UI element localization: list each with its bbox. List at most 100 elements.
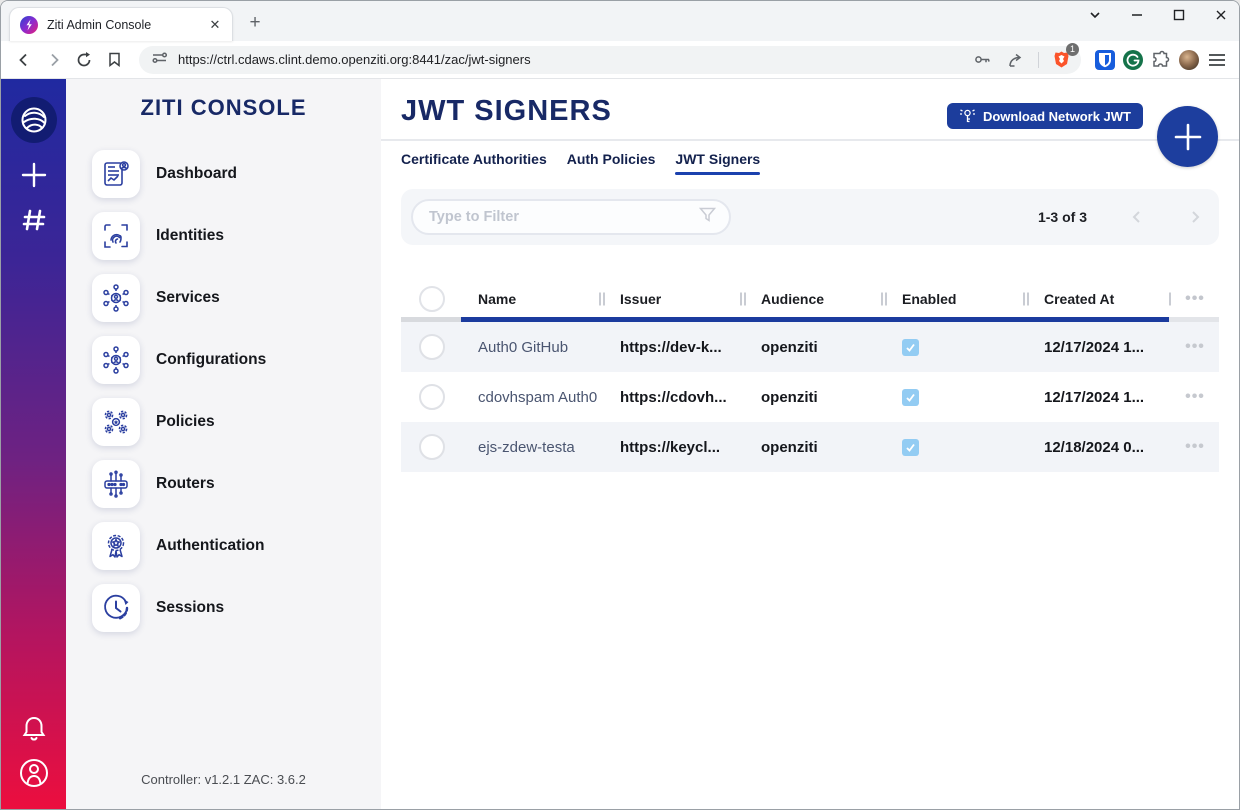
- site-settings-icon[interactable]: [151, 49, 168, 71]
- sidebar-item-identities[interactable]: Identities: [66, 205, 381, 267]
- column-header-name[interactable]: Name: [461, 291, 603, 307]
- column-header-audience[interactable]: Audience: [744, 291, 885, 307]
- back-icon[interactable]: [11, 47, 37, 73]
- routers-icon: [92, 460, 140, 508]
- cell-name[interactable]: Auth0 GitHub: [461, 339, 603, 356]
- tab-auth-policies[interactable]: Auth Policies: [567, 151, 656, 175]
- sidebar-item-label: Routers: [156, 475, 215, 493]
- next-page-icon[interactable]: [1187, 209, 1203, 225]
- funnel-filter-icon[interactable]: [698, 205, 717, 229]
- tab-title: Ziti Admin Console: [47, 18, 206, 32]
- ziti-favicon-icon: [20, 16, 38, 34]
- add-jwt-signer-button[interactable]: [1157, 106, 1218, 167]
- dashboard-icon: [92, 150, 140, 198]
- minimize-button[interactable]: [1129, 7, 1145, 23]
- new-tab-button[interactable]: +: [241, 9, 269, 37]
- authentication-badge-icon: [92, 522, 140, 570]
- sidebar-item-label: Policies: [156, 413, 215, 431]
- row-select-checkbox[interactable]: [419, 334, 445, 360]
- table-row[interactable]: Auth0 GitHub https://dev-k... openziti 1…: [401, 322, 1219, 372]
- extensions-puzzle-icon[interactable]: [1149, 48, 1173, 72]
- table-row[interactable]: cdovhspam Auth0 https://cdovh... openzit…: [401, 372, 1219, 422]
- sidebar: ZITI CONSOLE Dashboard Identities: [66, 79, 381, 809]
- hash-icon[interactable]: [21, 207, 47, 233]
- column-header-created-at[interactable]: Created At: [1027, 291, 1169, 307]
- url-text[interactable]: https://ctrl.cdaws.clint.demo.openziti.o…: [178, 52, 970, 67]
- browser-toolbar: https://ctrl.cdaws.clint.demo.openziti.o…: [1, 41, 1239, 79]
- table-header-row: Name Issuer Audience Enabled Created At …: [401, 281, 1219, 317]
- password-key-icon[interactable]: [970, 48, 994, 72]
- url-bar[interactable]: https://ctrl.cdaws.clint.demo.openziti.o…: [139, 46, 1081, 74]
- divider: [1038, 52, 1039, 68]
- sidebar-item-authentication[interactable]: Authentication: [66, 515, 381, 577]
- row-menu-icon[interactable]: •••: [1169, 388, 1221, 406]
- filter-input[interactable]: [429, 209, 698, 225]
- sidebar-item-configurations[interactable]: Configurations: [66, 329, 381, 391]
- cell-created-at: 12/17/2024 1...: [1027, 339, 1169, 356]
- sidebar-item-label: Configurations: [156, 351, 266, 369]
- cell-issuer: https://keycl...: [603, 439, 744, 456]
- column-header-issuer[interactable]: Issuer: [603, 291, 744, 307]
- sidebar-item-dashboard[interactable]: Dashboard: [66, 143, 381, 205]
- services-network-icon: [92, 274, 140, 322]
- grammarly-extension-icon[interactable]: [1121, 48, 1145, 72]
- cell-audience: openziti: [744, 439, 885, 456]
- section-tabs: Certificate Authorities Auth Policies JW…: [401, 151, 1219, 175]
- profile-avatar[interactable]: [1177, 48, 1201, 72]
- enabled-checkbox[interactable]: [902, 339, 919, 356]
- policies-gears-icon: [92, 398, 140, 446]
- tab-certificate-authorities[interactable]: Certificate Authorities: [401, 151, 547, 175]
- page-title: JWT SIGNERS: [401, 95, 612, 128]
- sidebar-item-services[interactable]: Services: [66, 267, 381, 329]
- tab-search-chevron-icon[interactable]: [1087, 7, 1103, 23]
- row-menu-icon[interactable]: •••: [1169, 438, 1221, 456]
- close-window-button[interactable]: [1213, 7, 1229, 23]
- notifications-bell-icon[interactable]: [20, 715, 48, 743]
- download-network-jwt-button[interactable]: Download Network JWT: [947, 103, 1143, 129]
- cell-audience: openziti: [744, 389, 885, 406]
- cell-created-at: 12/17/2024 1...: [1027, 389, 1169, 406]
- forward-icon[interactable]: [41, 47, 67, 73]
- row-select-checkbox[interactable]: [419, 384, 445, 410]
- reload-icon[interactable]: [71, 47, 97, 73]
- cell-name[interactable]: ejs-zdew-testa: [461, 439, 603, 456]
- prev-page-icon[interactable]: [1129, 209, 1145, 225]
- account-profile-icon[interactable]: [18, 757, 50, 789]
- app-rail: [1, 79, 66, 809]
- column-resize-handle[interactable]: [1169, 293, 1171, 306]
- menu-hamburger-icon[interactable]: [1205, 48, 1229, 72]
- maximize-button[interactable]: [1171, 7, 1187, 23]
- sidebar-item-sessions[interactable]: Sessions: [66, 577, 381, 639]
- share-icon[interactable]: [1004, 48, 1028, 72]
- jwt-signers-table: Name Issuer Audience Enabled Created At …: [401, 281, 1219, 472]
- tab-jwt-signers[interactable]: JWT Signers: [675, 151, 760, 175]
- ziti-logo-icon[interactable]: [11, 97, 57, 143]
- select-all-checkbox[interactable]: [419, 286, 445, 312]
- cell-name[interactable]: cdovhspam Auth0: [461, 389, 603, 406]
- column-header-enabled[interactable]: Enabled: [885, 291, 1027, 307]
- sidebar-item-routers[interactable]: Routers: [66, 453, 381, 515]
- identities-fingerprint-icon: [92, 212, 140, 260]
- row-select-checkbox[interactable]: [419, 434, 445, 460]
- bookmark-icon[interactable]: [101, 47, 127, 73]
- filter-pill[interactable]: [411, 199, 731, 235]
- jwt-key-icon: [959, 108, 976, 125]
- enabled-checkbox[interactable]: [902, 439, 919, 456]
- shield-badge: 1: [1066, 43, 1079, 56]
- header-underline: [401, 317, 1219, 322]
- cell-issuer: https://cdovh...: [603, 389, 744, 406]
- sessions-clock-icon: [92, 584, 140, 632]
- tab-close-icon[interactable]: ✕: [206, 16, 224, 34]
- console-title: ZITI CONSOLE: [66, 95, 381, 121]
- add-icon[interactable]: [20, 161, 48, 189]
- enabled-checkbox[interactable]: [902, 389, 919, 406]
- sidebar-item-label: Sessions: [156, 599, 224, 617]
- browser-tab[interactable]: Ziti Admin Console ✕: [9, 7, 233, 41]
- divider: [381, 139, 1239, 141]
- sidebar-item-policies[interactable]: Policies: [66, 391, 381, 453]
- row-menu-icon[interactable]: •••: [1169, 338, 1221, 356]
- brave-shield-icon[interactable]: 1: [1049, 48, 1073, 72]
- bitwarden-extension-icon[interactable]: [1093, 48, 1117, 72]
- column-header-menu-icon[interactable]: •••: [1169, 290, 1221, 308]
- table-row[interactable]: ejs-zdew-testa https://keycl... openziti…: [401, 422, 1219, 472]
